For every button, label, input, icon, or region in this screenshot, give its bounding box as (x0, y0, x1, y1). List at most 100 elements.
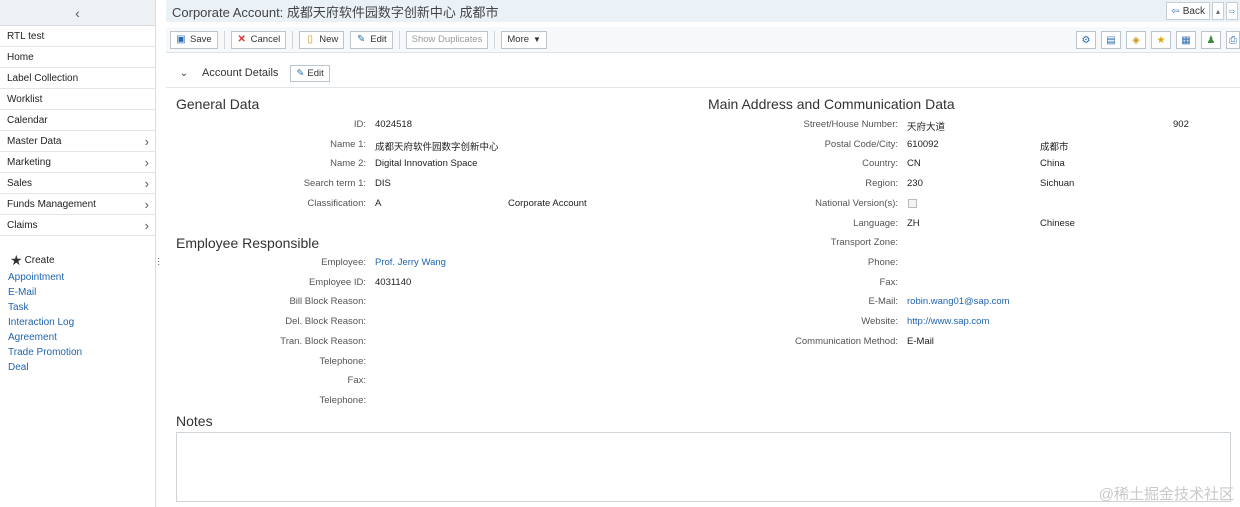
bill-block-label: Bill Block Reason: (289, 296, 366, 307)
page-title: Corporate Account: 成都天府软件园数字创新中心 成都市 (172, 4, 499, 20)
create-link-appointment[interactable]: Appointment (8, 270, 155, 285)
region-value: Sichuan (1040, 178, 1075, 189)
postal-value: 610092 (907, 139, 939, 150)
add-user-icon[interactable]: ♟ (1201, 31, 1221, 49)
chevron-right-icon: › (144, 217, 149, 233)
city-value: 成都市 (1040, 142, 1069, 153)
notes-textarea[interactable] (176, 432, 1231, 502)
notes-icon[interactable]: ▦ (1176, 31, 1196, 49)
language-label: Language: (853, 218, 898, 229)
email-label: E-Mail: (868, 296, 898, 307)
tran-block-label: Tran. Block Reason: (280, 336, 366, 347)
website-link[interactable]: http://www.sap.com (907, 316, 989, 327)
splitter-handle[interactable]: · · · (157, 254, 160, 270)
history-dropdown-button[interactable]: ▴ (1212, 2, 1224, 20)
collapse-chevron-icon[interactable]: ⌄ (170, 68, 198, 79)
sidebar-item-master-data[interactable]: Master Data › (0, 131, 155, 152)
region-label: Region: (865, 178, 898, 189)
national-version-checkbox[interactable] (908, 199, 917, 208)
personalize-icon[interactable]: ▤ (1101, 31, 1121, 49)
title-bar: Corporate Account: 成都天府软件园数字创新中心 成都市 ⇦ Ba… (166, 0, 1240, 22)
classification-label: Classification: (307, 198, 366, 209)
country-label: Country: (862, 158, 898, 169)
sidebar-item-label-collection[interactable]: Label Collection (0, 68, 155, 89)
sidebar-item-funds-management[interactable]: Funds Management › (0, 194, 155, 215)
back-arrow-icon: ⇦ (1171, 5, 1180, 17)
tag-icon[interactable]: ◈ (1126, 31, 1146, 49)
create-link-interaction-log[interactable]: Interaction Log (8, 315, 155, 330)
telephone-label: Telephone: (319, 356, 366, 367)
section-edit-button[interactable]: ✎ Edit (290, 64, 330, 82)
employee-link[interactable]: Prof. Jerry Wang (375, 257, 446, 268)
favorite-icon[interactable]: ★ (1151, 31, 1171, 49)
sidebar-item-calendar[interactable]: Calendar (0, 110, 155, 131)
new-button[interactable]: ▯ New (299, 30, 345, 49)
create-link-task[interactable]: Task (8, 300, 155, 315)
create-link-email[interactable]: E-Mail (8, 285, 155, 300)
sidebar-item-home[interactable]: Home (0, 47, 155, 68)
print-icon[interactable]: ⎙ (1226, 31, 1240, 49)
caret-down-icon: ▼ (533, 35, 541, 44)
save-button[interactable]: ▣ Save (170, 30, 218, 49)
back-button[interactable]: ⇦ Back (1166, 2, 1210, 20)
transport-zone-label: Transport Zone: (830, 237, 898, 248)
chevron-right-icon: › (144, 154, 149, 170)
language-value: Chinese (1040, 218, 1075, 229)
chevron-right-icon: › (144, 175, 149, 191)
country-value: China (1040, 158, 1065, 169)
classification-code: A (375, 198, 382, 209)
edit-button[interactable]: ✎ Edit (350, 30, 393, 49)
back-area: ⇦ Back ▴ ⇨ (1166, 2, 1238, 20)
chevron-right-icon: › (144, 133, 149, 149)
general-data-title: General Data (176, 96, 260, 112)
employee-id-label: Employee ID: (308, 277, 366, 288)
sidebar: ‹ RTL test Home Label Collection Worklis… (0, 0, 156, 507)
chevron-left-icon: ‹ (75, 4, 80, 21)
cancel-button[interactable]: ✕ Cancel (230, 30, 287, 49)
sidebar-item-marketing[interactable]: Marketing › (0, 152, 155, 173)
street-value: 天府大道 (907, 122, 946, 133)
search-term-label: Search term 1: (303, 178, 366, 189)
language-code: ZH (907, 218, 920, 229)
create-links: Appointment E-Mail Task Interaction Log … (0, 270, 155, 375)
create-link-trade-promotion[interactable]: Trade Promotion (8, 345, 155, 360)
sidebar-collapse-button[interactable]: ‹ (0, 0, 155, 26)
address-fax-label: Fax: (879, 277, 898, 288)
settings-icon[interactable]: ⚙ (1076, 31, 1096, 49)
name1-label: Name 1: (330, 139, 366, 150)
region-code: 230 (907, 178, 923, 189)
create-link-deal[interactable]: Deal (8, 360, 155, 375)
id-value: 4024518 (375, 119, 412, 130)
communication-method-label: Communication Method: (795, 336, 898, 347)
chevron-right-icon: › (144, 196, 149, 212)
employee-id-value: 4031140 (375, 277, 412, 288)
forward-button[interactable]: ⇨ (1226, 2, 1238, 20)
cancel-icon: ✕ (237, 33, 246, 45)
address-title: Main Address and Communication Data (708, 96, 955, 112)
sidebar-item-worklist[interactable]: Worklist (0, 89, 155, 110)
fax-label: Fax: (347, 375, 366, 386)
more-button[interactable]: More ▼ (501, 30, 547, 49)
notes-title: Notes (176, 413, 213, 429)
toolbar: ▣ Save ✕ Cancel ▯ New ✎ Edit Show Duplicates… (166, 27, 1240, 53)
create-link-agreement[interactable]: Agreement (8, 330, 155, 345)
postal-label: Postal Code/City: (824, 139, 898, 150)
show-duplicates-button[interactable]: Show Duplicates (405, 30, 489, 49)
forward-arrow-icon: ⇨ (1228, 6, 1236, 16)
id-label: ID: (353, 119, 366, 130)
house-number-value: 902 (1173, 119, 1189, 130)
create-header: ★ Create (10, 252, 55, 268)
sidebar-item-claims[interactable]: Claims › (0, 215, 155, 236)
national-version-label: National Version(s): (815, 198, 898, 209)
main-area: Corporate Account: 成都天府软件园数字创新中心 成都市 ⇦ Ba… (166, 0, 1240, 507)
watermark: @稀土掘金技术社区 (1098, 486, 1234, 503)
email-link[interactable]: robin.wang01@sap.com (907, 296, 1010, 307)
street-label: Street/House Number: (803, 119, 898, 130)
save-icon: ▣ (176, 33, 186, 45)
name2-value: Digital Innovation Space (375, 158, 478, 169)
account-details-header: ⌄ Account Details ✎ Edit (170, 62, 330, 84)
sidebar-item-sales[interactable]: Sales › (0, 173, 155, 194)
sidebar-item-rtl-test[interactable]: RTL test (0, 26, 155, 47)
name2-label: Name 2: (330, 158, 366, 169)
name1-value: 成都天府软件园数字创新中心 (375, 142, 499, 153)
